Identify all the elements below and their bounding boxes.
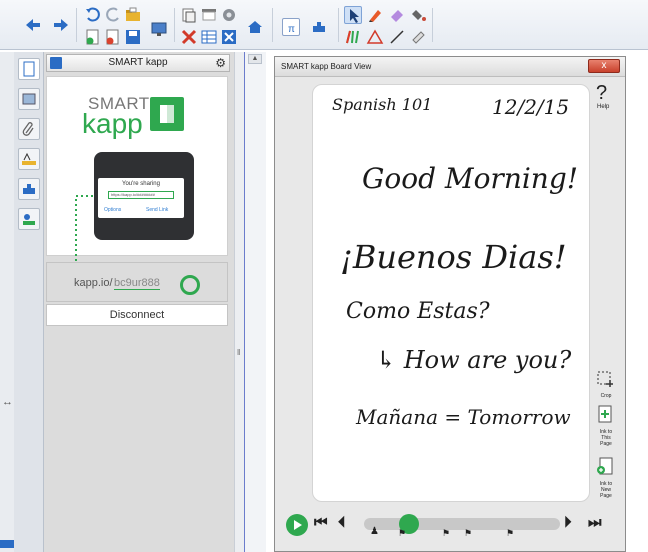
help-label: Help (597, 104, 610, 110)
properties-icon[interactable]: π (282, 18, 300, 36)
redo-icon[interactable] (104, 6, 122, 24)
help-question-icon[interactable]: ? (596, 82, 607, 105)
delete-page-icon[interactable] (104, 28, 122, 46)
page-sorter-icon[interactable] (18, 58, 40, 80)
eraser-icon[interactable] (388, 6, 406, 24)
crop-tool[interactable]: Crop (596, 370, 614, 399)
ink-new-page-label: Ink to New Page (599, 481, 613, 499)
line-icon[interactable] (388, 28, 406, 46)
panel-divider[interactable]: ‖ (234, 52, 244, 552)
play-icon (294, 520, 302, 530)
handwriting-good-morning: Good Morning! (362, 162, 578, 195)
send-link-label: Send Link (146, 207, 169, 213)
crop-icon (597, 371, 613, 387)
handwriting-manana-tomorrow: Mañana = Tomorrow (355, 405, 571, 429)
attachments-icon[interactable] (18, 118, 40, 140)
save-icon[interactable] (124, 28, 142, 46)
brand-kapp-text: kapp (82, 108, 143, 139)
handwriting-date: 12/2/15 (492, 95, 569, 119)
crop-label: Crop (600, 393, 612, 399)
toolbar-separator (174, 8, 175, 42)
resize-arrows-icon[interactable]: ↔ (2, 396, 13, 408)
ink-to-new-page-tool[interactable]: Ink to New Page (596, 456, 614, 499)
dock-icon[interactable] (0, 540, 14, 548)
playback-track[interactable] (364, 518, 560, 530)
divider-grip-icon[interactable]: ‖ (237, 348, 240, 357)
add-page-icon[interactable] (84, 28, 102, 46)
left-edge: ↔ (0, 52, 14, 552)
skip-to-end-icon[interactable]: ⏭ (588, 514, 602, 531)
kapp-tab-icon[interactable] (18, 208, 40, 230)
add-ons-tab-icon[interactable] (18, 178, 40, 200)
table-icon[interactable] (200, 28, 218, 46)
scroll-up-arrow-icon[interactable]: ▲ (248, 54, 262, 64)
flag-marker-icon: ⚑ (398, 528, 407, 538)
close-button[interactable]: x (588, 59, 620, 73)
connection-status-ring-icon (180, 275, 200, 295)
screen-display-icon[interactable] (150, 20, 168, 38)
handwriting-spanish-101: Spanish 101 (332, 95, 432, 114)
open-folder-icon[interactable] (124, 6, 142, 24)
marker-icon: ♟ (370, 526, 379, 537)
shapes-icon[interactable] (366, 28, 384, 46)
kapp-url-prefix: kapp.io/ (74, 277, 113, 289)
handwriting-layer: Spanish 101 12/2/15 Good Morning! ¡Bueno… (332, 95, 578, 429)
select-pointer-icon[interactable] (344, 6, 362, 24)
kapp-panel-title: SMART kapp (108, 57, 168, 68)
panel-settings-gear-icon[interactable]: ⚙ (215, 56, 226, 70)
home-icon[interactable] (246, 18, 264, 36)
ink-new-page-icon (597, 457, 613, 475)
kapp-panel-header: SMART kapp ⚙ (46, 54, 230, 72)
toolbar-separator (76, 8, 77, 42)
play-button[interactable] (286, 514, 308, 536)
toolbar-separator (432, 8, 433, 42)
vertical-scrollbar[interactable]: ▲ (244, 52, 266, 552)
pen-icon[interactable] (366, 6, 384, 24)
options-label: Options (104, 207, 122, 213)
handwriting-buenos-dias: ¡Buenos Dias! (340, 238, 567, 276)
magic-pen-icon[interactable] (410, 28, 428, 46)
svg-text:π: π (288, 24, 295, 35)
delete-x-icon[interactable] (180, 28, 198, 46)
flag-marker-icon: ⚑ (464, 528, 473, 538)
toolbar-separator (272, 8, 273, 42)
properties-tab-icon[interactable] (18, 148, 40, 170)
kapp-logo-icon (150, 97, 184, 131)
kapp-code: bc9ur888 (114, 277, 160, 290)
board-view-titlebar[interactable]: SMART kapp Board View (275, 57, 625, 77)
sidebar-tabs (14, 52, 44, 552)
flag-marker-icon: ⚑ (442, 528, 451, 538)
panel-grid-icon[interactable] (50, 57, 62, 69)
ink-this-page-label: Ink to This Page (599, 429, 613, 447)
paste-icon[interactable] (180, 6, 198, 24)
toolbar-separator (338, 8, 339, 42)
capture-icon[interactable] (220, 6, 238, 24)
main-toolbar: π (0, 0, 648, 50)
disconnect-button[interactable]: Disconnect (46, 304, 228, 326)
gallery-icon[interactable] (18, 88, 40, 110)
skip-to-start-icon[interactable]: ⏮ (314, 514, 328, 531)
handwriting-como-estas: Como Estas? (346, 299, 490, 324)
step-back-icon[interactable]: ⏴ (338, 514, 346, 531)
back-arrow-icon[interactable] (24, 16, 42, 34)
handwriting-how-are-you: ↳ How are you? (376, 346, 571, 374)
sharing-text: You're sharing (122, 181, 160, 187)
ink-this-page-icon (598, 405, 612, 423)
board-view-title: SMART kapp Board View (281, 62, 372, 71)
ink-to-this-page-tool[interactable]: Ink to This Page (596, 404, 614, 447)
sharing-url: https://kapp.io/######## (108, 191, 174, 199)
flag-marker-icon: ⚑ (506, 528, 515, 538)
step-forward-icon[interactable]: ⏵ (564, 514, 572, 531)
add-ons-icon[interactable] (310, 18, 328, 36)
app-root: π ↔ SMART kapp ⚙ SMART kapp You're shari… (0, 0, 648, 552)
undo-icon[interactable] (84, 6, 102, 24)
forward-arrow-icon[interactable] (52, 16, 70, 34)
fill-icon[interactable] (410, 6, 428, 24)
creative-pen-icon[interactable] (344, 28, 362, 46)
screen-shade-icon[interactable] (200, 6, 218, 24)
fullscreen-icon[interactable] (220, 28, 238, 46)
